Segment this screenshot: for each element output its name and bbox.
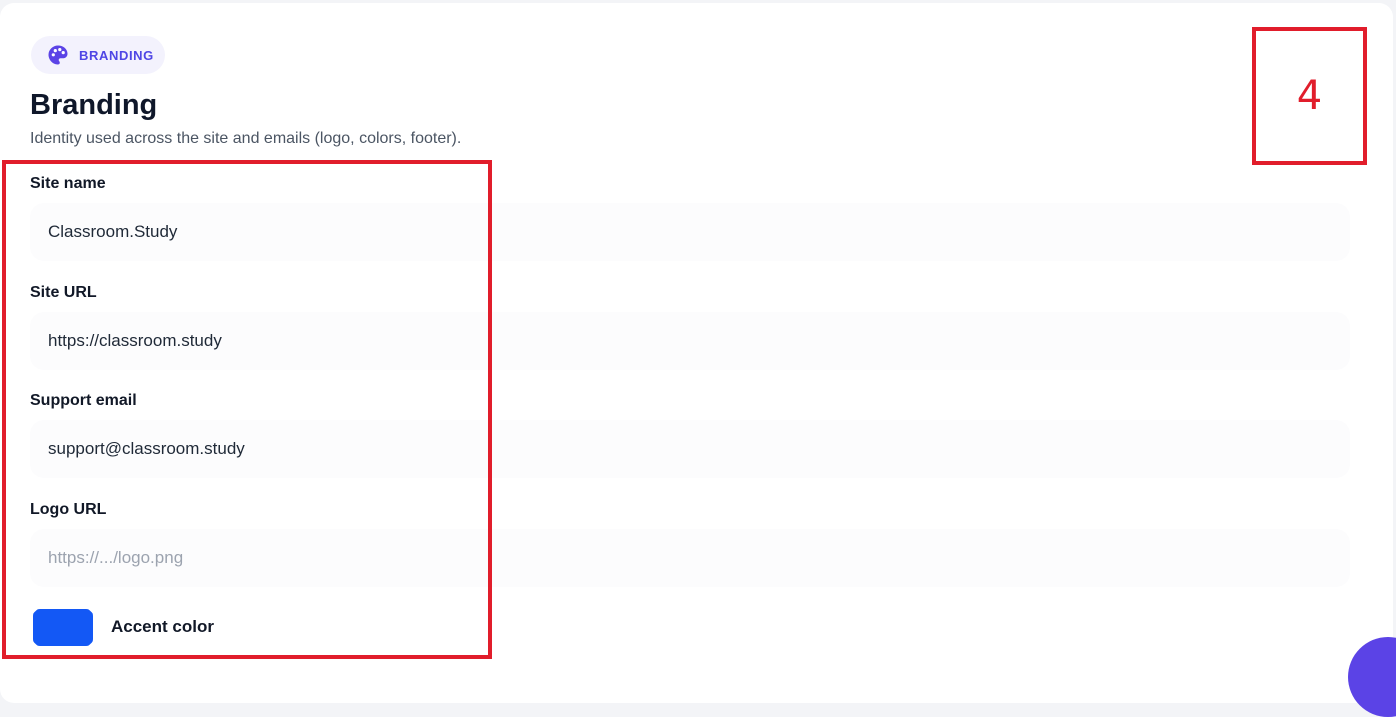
annotation-number: 4: [1296, 73, 1323, 119]
annotation-highlight-box: [2, 160, 492, 659]
section-title: Branding: [30, 89, 158, 121]
section-badge: BRANDING: [31, 36, 165, 74]
section-subtitle: Identity used across the site and emails…: [30, 130, 462, 147]
annotation-number-box: 4: [1252, 27, 1367, 165]
palette-icon: [47, 44, 69, 66]
badge-label: BRANDING: [79, 47, 154, 63]
